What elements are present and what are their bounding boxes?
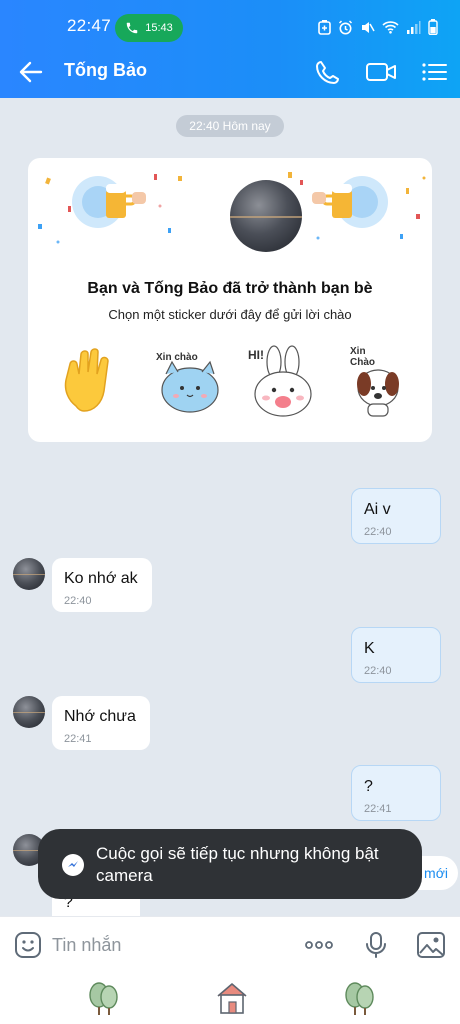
message-text: K: [364, 640, 375, 657]
friend-card-title: Bạn và Tống Bảo đã trở thành bạn bè: [87, 280, 373, 297]
message-time: 22:40: [364, 665, 392, 677]
waving-hand-sticker[interactable]: [56, 344, 130, 420]
wifi-icon: [382, 21, 399, 34]
friend-added-card: Bạn và Tống Bảo đã trở thành bạn bè Chọn…: [28, 158, 432, 442]
sticker-caption: HI!: [248, 348, 264, 362]
emoji-icon[interactable]: [14, 931, 42, 959]
image-icon[interactable]: [416, 931, 446, 959]
message-text: Ko nhớ ak: [64, 570, 138, 587]
tree-icon[interactable]: [86, 980, 122, 1016]
battery-saver-icon: [318, 19, 331, 35]
message-bubble-received[interactable]: Ko nhớ ak 22:40: [52, 558, 152, 612]
home-icon[interactable]: [214, 980, 250, 1016]
more-icon[interactable]: [304, 931, 334, 959]
alarm-icon: [338, 19, 353, 34]
message-text: Nhớ chưa: [64, 708, 136, 725]
sticker-caption: Xin Chào: [350, 346, 375, 368]
message-bubble-sent[interactable]: ? 22:41: [351, 765, 441, 821]
status-bar: 22:47 15:43: [0, 0, 460, 46]
microphone-icon[interactable]: [361, 931, 391, 959]
message-time: 22:40: [64, 595, 92, 607]
phone-icon: [126, 22, 138, 34]
message-bubble-received[interactable]: Nhớ chưa 22:41: [52, 696, 150, 750]
message-time: 22:41: [64, 733, 92, 745]
contact-name[interactable]: Tống Bảo: [64, 60, 147, 81]
message-text: Ai v: [364, 501, 391, 518]
beer-toast-icon: [72, 176, 146, 228]
signal-icon: [407, 21, 421, 34]
messenger-icon: [62, 854, 84, 876]
tree-icon[interactable]: [342, 980, 378, 1016]
chat-area[interactable]: 22:40 Hôm nay Bạn và Tống Bảo đã trở thà…: [0, 98, 460, 928]
status-icons: [318, 19, 438, 35]
message-input-bar: [0, 916, 460, 972]
friend-card-subtitle: Chọn một sticker dưới đây để gửi lời chà…: [108, 307, 352, 322]
ongoing-call-pill[interactable]: 15:43: [115, 14, 183, 42]
contact-avatar[interactable]: [13, 696, 45, 728]
contact-avatar[interactable]: [13, 558, 45, 590]
beer-toast-icon: [312, 176, 388, 228]
message-time: 22:40: [364, 526, 392, 538]
menu-icon[interactable]: [420, 58, 450, 86]
message-text: ?: [364, 778, 373, 795]
chat-header: Tống Bảo: [0, 46, 460, 98]
sticker-caption: Xin chào: [156, 352, 198, 363]
phone-icon[interactable]: [312, 58, 342, 86]
message-input[interactable]: [52, 931, 282, 959]
status-time: 22:47: [67, 16, 112, 35]
toast-message: Cuộc gọi sẽ tiếp tục nhưng không bật cam…: [96, 844, 379, 885]
battery-icon: [428, 19, 438, 35]
contact-avatar[interactable]: [230, 180, 302, 252]
call-toast: Cuộc gọi sẽ tiếp tục nhưng không bật cam…: [38, 829, 422, 899]
message-time: 22:41: [364, 803, 392, 815]
date-divider: 22:40 Hôm nay: [176, 115, 284, 137]
system-nav-bar: [0, 972, 460, 1024]
call-duration: 15:43: [145, 22, 173, 34]
mute-icon: [362, 21, 375, 33]
message-bubble-sent[interactable]: Ai v 22:40: [351, 488, 441, 544]
message-bubble-sent[interactable]: K 22:40: [351, 627, 441, 683]
back-arrow-icon[interactable]: [18, 59, 44, 85]
video-camera-icon[interactable]: [364, 58, 398, 86]
